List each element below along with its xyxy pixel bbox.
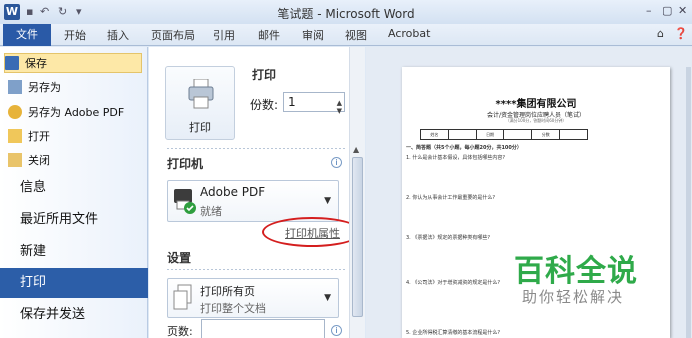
copies-value: 1 <box>288 95 296 109</box>
window-title: 笔试题 - Microsoft Word <box>277 7 415 21</box>
nav-save-as[interactable]: 另存为 <box>8 77 61 97</box>
nav-new[interactable]: 新建 <box>0 237 148 267</box>
spin-down-icon[interactable]: ▼ <box>337 102 342 120</box>
highlight-ellipse <box>262 217 362 247</box>
table-cell: 日期 <box>477 130 505 139</box>
doc-line: 5. 企业所得税汇算清缴的基本流程是什么? <box>406 330 501 336</box>
divider <box>167 148 345 149</box>
doc-note: （满分100分，答题时间60分钟） <box>505 118 567 123</box>
backstage-nav: 保存 另存为 另存为 Adobe PDF 打开 关闭 信息 最近所用文件 新建 … <box>0 47 148 338</box>
printer-heading: 打印机 <box>167 157 204 171</box>
minimize-icon[interactable]: – <box>646 4 652 17</box>
nav-open[interactable]: 打开 <box>8 126 50 146</box>
nav-save[interactable]: 保存 <box>4 53 142 73</box>
nav-print[interactable]: 打印 <box>0 268 148 298</box>
printer-status: 就绪 <box>200 205 222 218</box>
nav-info[interactable]: 信息 <box>0 173 148 203</box>
scroll-up-icon[interactable]: ▲ <box>353 145 359 154</box>
pages-input[interactable] <box>201 319 325 338</box>
doc-line: 2. 你认为从事会计工作最重要的是什么? <box>406 195 496 201</box>
print-range-desc: 打印整个文档 <box>200 302 266 315</box>
preview-scrollbar[interactable] <box>686 67 691 338</box>
print-button[interactable]: 打印 <box>165 66 235 140</box>
pages-icon <box>173 284 192 310</box>
table-cell <box>449 130 477 139</box>
table-cell: 分数 <box>532 130 561 139</box>
scroll-thumb[interactable] <box>352 157 363 317</box>
tab-acrobat[interactable]: Acrobat <box>388 27 430 40</box>
nav-close[interactable]: 关闭 <box>8 150 50 170</box>
nav-save-as-pdf[interactable]: 另存为 Adobe PDF <box>8 102 124 122</box>
tab-mailings[interactable]: 邮件 <box>258 27 280 43</box>
close-icon[interactable]: ✕ <box>678 4 687 17</box>
settings-scrollbar[interactable]: ▲ <box>349 47 365 338</box>
doc-line: 1. 什么是会计基本假设，具体包括哪些内容? <box>406 155 506 161</box>
tab-page-layout[interactable]: 页面布局 <box>151 27 195 43</box>
copies-input[interactable]: 1 ▲ ▼ <box>283 92 345 115</box>
doc-info-table: 姓名 日期 分数 <box>420 129 588 140</box>
watermark-subtitle: 助你轻松解决 <box>522 288 625 306</box>
save-as-icon <box>8 80 22 94</box>
pages-label: 页数: <box>167 325 193 338</box>
tab-insert[interactable]: 插入 <box>107 27 129 43</box>
chevron-down-icon: ▼ <box>324 196 331 206</box>
table-cell <box>504 130 533 139</box>
info-icon[interactable]: i <box>331 325 342 336</box>
tab-review[interactable]: 审阅 <box>302 27 324 43</box>
help-icon[interactable]: ❓ <box>674 27 688 40</box>
nav-save-send[interactable]: 保存并发送 <box>0 300 148 330</box>
folder-open-icon <box>8 129 22 143</box>
copies-label: 份数: <box>250 98 279 112</box>
nav-recent[interactable]: 最近所用文件 <box>0 205 148 235</box>
doc-title: ****集团有限公司 <box>495 99 577 110</box>
doc-line: 一、简答题（共5个小题，每小题20分，共100分） <box>406 145 522 151</box>
doc-line: 4. 《公司法》对于增资减资的规定是什么? <box>406 280 501 286</box>
print-range-title: 打印所有页 <box>200 285 255 298</box>
divider <box>167 269 345 270</box>
chevron-down-icon: ▼ <box>324 293 331 303</box>
table-cell: 姓名 <box>421 130 449 139</box>
pdf-icon <box>8 105 22 119</box>
tab-file[interactable]: 文件 <box>3 24 51 46</box>
printer-name: Adobe PDF <box>200 185 266 199</box>
table-cell <box>560 130 587 139</box>
ribbon-tabs: 文件 开始 插入 页面布局 引用 邮件 审阅 视图 Acrobat ⌂ ❓ <box>0 24 692 46</box>
doc-line: 3. 《票据法》规定的票据种类有哪些? <box>406 235 491 241</box>
tab-home[interactable]: 开始 <box>64 27 86 43</box>
print-button-label: 打印 <box>189 121 211 134</box>
printer-icon <box>188 79 214 109</box>
settings-heading: 设置 <box>167 251 192 265</box>
watermark-title: 百科全说 <box>514 254 638 289</box>
tab-view[interactable]: 视图 <box>345 27 367 43</box>
title-bar: W ▪ ↶ ↻ ▾ 笔试题 - Microsoft Word – ▢ ✕ <box>0 0 692 24</box>
restore-icon[interactable]: ▢ <box>662 4 672 17</box>
save-icon <box>5 56 19 70</box>
print-range-select[interactable]: 打印所有页 打印整个文档 ▼ <box>167 278 339 318</box>
print-heading: 打印 <box>252 68 277 82</box>
folder-close-icon <box>8 153 22 167</box>
printer-ready-icon <box>174 189 196 214</box>
printer-select[interactable]: Adobe PDF 就绪 ▼ <box>167 180 339 222</box>
tab-references[interactable]: 引用 <box>213 27 235 43</box>
info-icon[interactable]: i <box>331 157 342 168</box>
ribbon-collapse-icon[interactable]: ⌂ <box>657 27 664 40</box>
print-settings-panel: 打印 打印 份数: 1 ▲ ▼ 打印机 i Adobe PDF 就绪 ▼ 打印机… <box>149 47 365 338</box>
